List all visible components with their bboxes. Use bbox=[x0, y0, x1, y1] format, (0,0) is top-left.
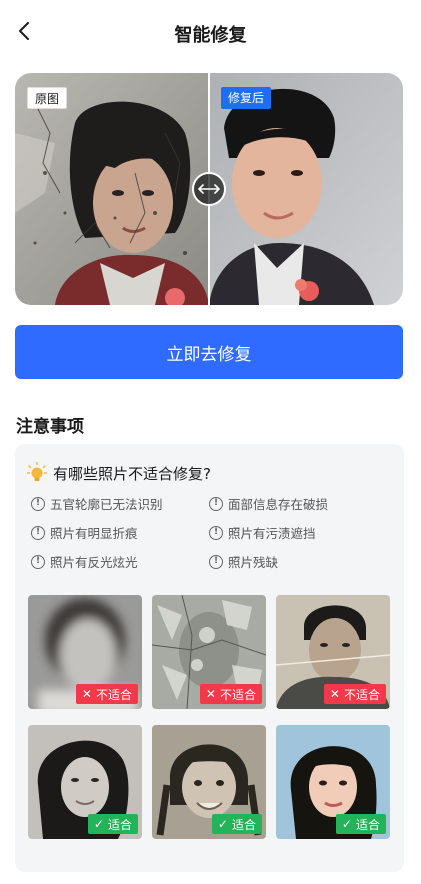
check-icon: ✓ bbox=[217, 817, 228, 831]
warning-icon: ! bbox=[209, 496, 223, 511]
start-restore-button[interactable]: 立即去修复 bbox=[15, 325, 403, 379]
warning-icon: ! bbox=[31, 496, 45, 511]
example-damaged-photo: ✕ 不适合 bbox=[152, 595, 266, 709]
reason-item: ! 照片残缺 bbox=[209, 552, 278, 571]
left-right-arrow-icon bbox=[198, 184, 220, 194]
reason-item: ! 照片有反光炫光 bbox=[31, 552, 138, 571]
reason-item: ! 五官轮廓已无法识别 bbox=[31, 494, 163, 513]
suitable-badge: ✓ 适合 bbox=[87, 814, 138, 834]
unsuitable-badge: ✕ 不适合 bbox=[75, 684, 138, 704]
lightbulb-icon bbox=[27, 462, 47, 481]
cross-icon: ✕ bbox=[329, 687, 340, 701]
check-icon: ✓ bbox=[341, 817, 352, 831]
warning-icon: ! bbox=[209, 554, 223, 569]
question-text: 有哪些照片不适合修复? bbox=[53, 464, 211, 483]
restored-label: 修复后 bbox=[221, 87, 272, 109]
page-title: 智能修复 bbox=[174, 25, 247, 46]
example-good-color: ✓ 适合 bbox=[276, 725, 390, 839]
reason-item: ! 面部信息存在破损 bbox=[209, 494, 328, 513]
question-row: 有哪些照片不适合修复? bbox=[27, 462, 211, 484]
warning-icon: ! bbox=[31, 554, 45, 569]
example-creased-photo: ✕ 不适合 bbox=[276, 595, 390, 709]
unsuitable-badge: ✕ 不适合 bbox=[323, 684, 386, 704]
unsuitable-badge: ✕ 不适合 bbox=[199, 684, 262, 704]
reason-item: ! 照片有明显折痕 bbox=[31, 523, 138, 542]
warning-icon: ! bbox=[209, 525, 223, 540]
reason-item: ! 照片有污渍遮挡 bbox=[209, 523, 316, 542]
cross-icon: ✕ bbox=[81, 687, 92, 701]
before-after-compare[interactable]: 原图 修复后 bbox=[15, 73, 403, 305]
example-blurry-face: ✕ 不适合 bbox=[28, 595, 142, 709]
suitable-badge: ✓ 适合 bbox=[211, 814, 262, 834]
notes-heading: 注意事项 bbox=[16, 417, 84, 437]
warning-icon: ! bbox=[31, 525, 45, 540]
original-label: 原图 bbox=[27, 87, 68, 109]
header: 智能修复 bbox=[0, 0, 421, 66]
cross-icon: ✕ bbox=[205, 687, 216, 701]
compare-slider-handle[interactable] bbox=[192, 172, 226, 206]
suitable-badge: ✓ 适合 bbox=[335, 814, 386, 834]
example-good-child: ✓ 适合 bbox=[152, 725, 266, 839]
notes-card: 有哪些照片不适合修复? ! 五官轮廓已无法识别 ! 面部信息存在破损 ! 照片有明显折… bbox=[15, 444, 404, 872]
example-good-portrait: ✓ 适合 bbox=[28, 725, 142, 839]
check-icon: ✓ bbox=[93, 817, 104, 831]
